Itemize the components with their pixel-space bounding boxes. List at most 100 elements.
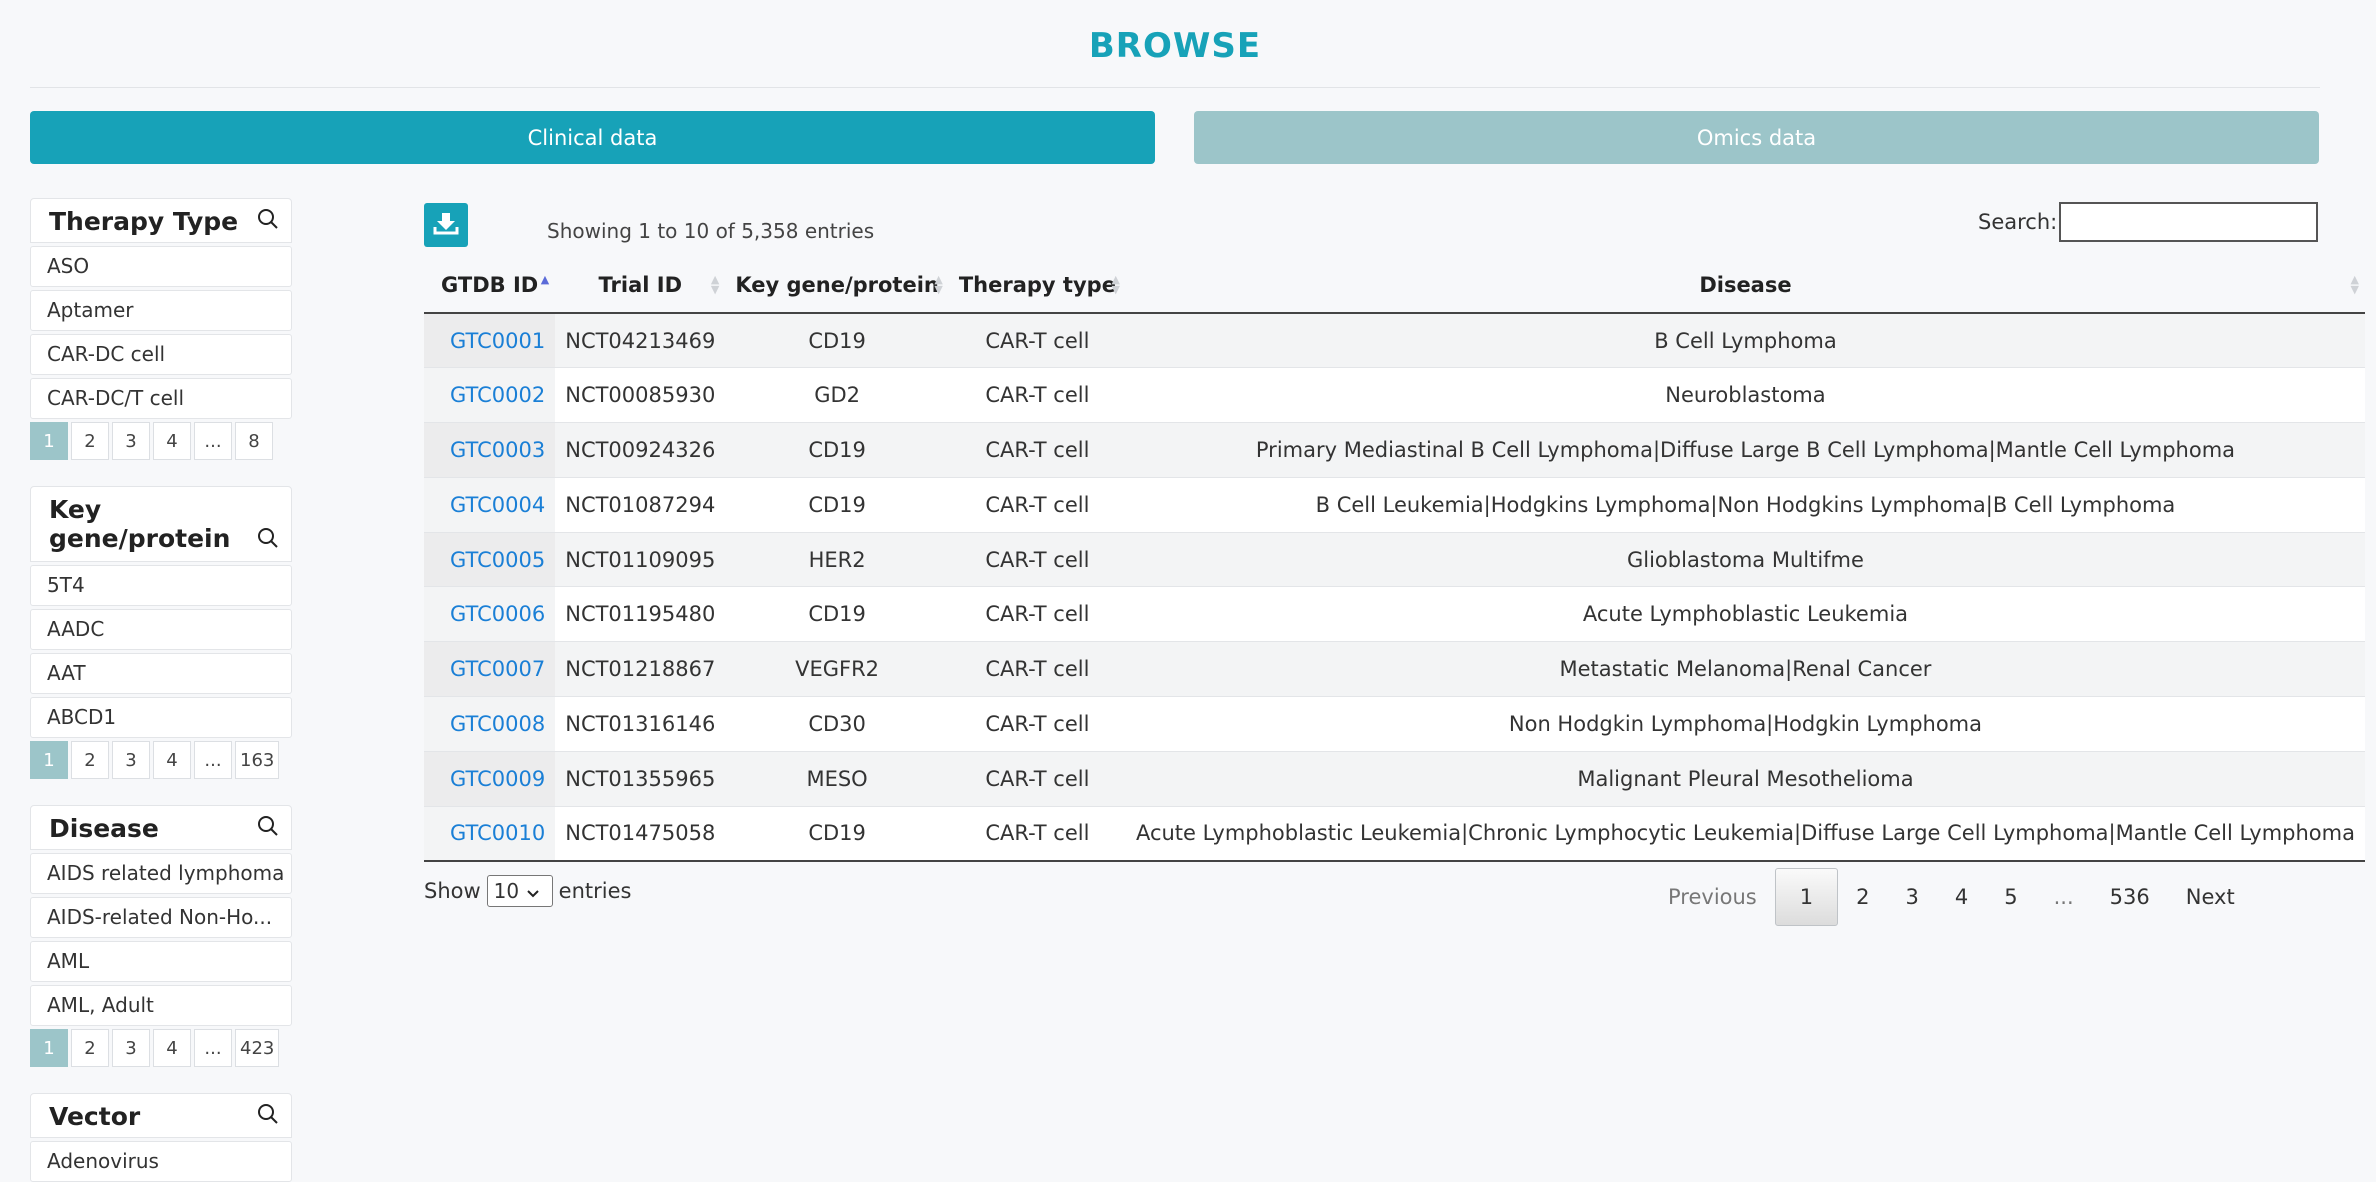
facet-item[interactable]: CAR-DC cell — [30, 334, 292, 375]
therapy-type-cell: CAR-T cell — [948, 367, 1126, 423]
facet-page[interactable]: 3 — [112, 422, 150, 460]
gtdb-id-link[interactable]: GTC0006 — [424, 586, 556, 642]
facet-page[interactable]: 2 — [71, 422, 109, 460]
facet-page[interactable]: 2 — [71, 741, 109, 779]
gtdb-id-link[interactable]: GTC0005 — [424, 531, 556, 587]
disease-cell: Primary Mediastinal B Cell Lymphoma|Diff… — [1125, 422, 2365, 478]
key-gene-cell: CD19 — [725, 312, 949, 368]
column-label: Trial ID — [598, 273, 683, 297]
sort-icon: ▲ ▼ — [934, 273, 943, 296]
search-icon[interactable] — [257, 207, 279, 236]
page-length-select[interactable]: 10 — [486, 875, 553, 907]
column-header-key-gene[interactable]: Key gene/protein ▲ ▼ — [725, 258, 949, 314]
facet-item[interactable]: ASO — [30, 246, 292, 287]
gtdb-id-link[interactable]: GTC0004 — [424, 476, 556, 533]
facet-item[interactable]: 5T4 — [30, 565, 292, 606]
key-gene-cell: MESO — [725, 750, 949, 807]
facet-item[interactable]: ABCD1 — [30, 697, 292, 738]
search-icon[interactable] — [257, 814, 279, 843]
table-row: GTC0008 NCT01316146 CD30 CAR-T cell Non Hodg… — [424, 696, 2365, 752]
gtdb-id-link[interactable]: GTC0003 — [424, 422, 556, 478]
facet-page[interactable]: 1 — [30, 741, 68, 779]
facet-title: Key gene/protein — [49, 495, 231, 553]
column-header-trial-id[interactable]: Trial ID ▲ ▼ — [555, 258, 726, 314]
key-gene-cell: CD19 — [725, 805, 949, 862]
facet-item[interactable]: AML — [30, 941, 292, 982]
gtdb-id-link[interactable]: GTC0009 — [424, 750, 556, 807]
therapy-type-cell: CAR-T cell — [948, 586, 1126, 642]
facet-page[interactable]: 423 — [235, 1029, 280, 1067]
facet-page[interactable]: 2 — [71, 1029, 109, 1067]
next-button[interactable]: Next — [2168, 868, 2253, 926]
disease-cell: B Cell Lymphoma — [1125, 312, 2365, 368]
key-gene-cell: GD2 — [725, 367, 949, 423]
column-header-gtdb-id[interactable]: GTDB ID ▲ — [424, 258, 556, 314]
sort-icon: ▲ ▼ — [1111, 273, 1120, 296]
page-button[interactable]: 1 — [1774, 868, 1839, 926]
key-gene-cell: CD30 — [725, 696, 949, 752]
download-button[interactable] — [424, 203, 468, 247]
table-header-row: GTDB ID ▲ Trial ID ▲ ▼ Key gene/protein ▲… — [424, 258, 2365, 314]
facet-pager: 1 2 3 4 ... 8 — [30, 422, 292, 460]
tab-clinical-data[interactable]: Clinical data — [30, 111, 1155, 164]
therapy-type-cell: CAR-T cell — [948, 531, 1126, 587]
trial-id-cell: NCT01475058 — [555, 805, 726, 862]
trial-id-cell: NCT00924326 — [555, 422, 726, 478]
facet-item[interactable]: AADC — [30, 609, 292, 650]
facet-page[interactable]: 4 — [153, 422, 191, 460]
pagination: Previous 1 2 3 4 5 ... 536 Next — [1650, 868, 2253, 926]
previous-button[interactable]: Previous — [1650, 868, 1775, 926]
facet-item[interactable]: Adenovirus — [30, 1141, 292, 1182]
facet-item[interactable]: AIDS related lymphoma — [30, 853, 292, 894]
page-length-control: Show 10 entries — [424, 875, 631, 907]
search-label: Search: — [1978, 210, 2058, 234]
gtdb-id-link[interactable]: GTC0002 — [424, 367, 556, 423]
facet-page[interactable]: 1 — [30, 1029, 68, 1067]
facet-item[interactable]: AAT — [30, 653, 292, 694]
gtdb-id-link[interactable]: GTC0010 — [424, 805, 556, 862]
facet-item[interactable]: Aptamer — [30, 290, 292, 331]
table-info: Showing 1 to 10 of 5,358 entries — [547, 219, 875, 243]
filter-sidebar: Therapy Type ASO Aptamer CAR-DC cell CAR… — [30, 198, 292, 1182]
facet-page: ... — [194, 1029, 232, 1067]
facet-item[interactable]: AML, Adult — [30, 985, 292, 1026]
column-label: Key gene/protein — [735, 273, 939, 297]
facet-item[interactable]: AIDS-related Non-Ho... — [30, 897, 292, 938]
key-gene-cell: CD19 — [725, 476, 949, 533]
facet-item[interactable]: CAR-DC/T cell — [30, 378, 292, 419]
facet-page[interactable]: 8 — [235, 422, 273, 460]
search-icon[interactable] — [257, 1102, 279, 1131]
page-button[interactable]: 3 — [1888, 868, 1937, 926]
gtdb-id-link[interactable]: GTC0001 — [424, 312, 556, 368]
therapy-type-cell: CAR-T cell — [948, 641, 1126, 697]
facet-heading-key-gene: Key gene/protein — [30, 486, 292, 562]
search-icon[interactable] — [257, 526, 279, 555]
page-button[interactable]: 2 — [1838, 868, 1887, 926]
gtdb-id-link[interactable]: GTC0008 — [424, 696, 556, 752]
tab-omics-data[interactable]: Omics data — [1194, 111, 2319, 164]
search-input[interactable] — [2059, 202, 2318, 242]
therapy-type-cell: CAR-T cell — [948, 750, 1126, 807]
facet-page[interactable]: 4 — [153, 741, 191, 779]
facet-heading-vector: Vector — [30, 1093, 292, 1138]
column-header-therapy-type[interactable]: Therapy type ▲ ▼ — [948, 258, 1126, 314]
page-button[interactable]: 4 — [1937, 868, 1986, 926]
facet-page[interactable]: 4 — [153, 1029, 191, 1067]
key-gene-cell: HER2 — [725, 531, 949, 587]
therapy-type-cell: CAR-T cell — [948, 476, 1126, 533]
column-header-disease[interactable]: Disease ▲ ▼ — [1125, 258, 2365, 314]
disease-cell: Acute Lymphoblastic Leukemia|Chronic Lym… — [1125, 805, 2365, 862]
trial-id-cell: NCT01195480 — [555, 586, 726, 642]
facet-pager: 1 2 3 4 ... 163 — [30, 741, 292, 779]
facet-page[interactable]: 3 — [112, 741, 150, 779]
facet-page[interactable]: 1 — [30, 422, 68, 460]
facet-page[interactable]: 163 — [235, 741, 280, 779]
facet-page[interactable]: 3 — [112, 1029, 150, 1067]
page-button[interactable]: 5 — [1986, 868, 2035, 926]
gtdb-id-link[interactable]: GTC0007 — [424, 641, 556, 697]
chevron-down-icon — [527, 879, 539, 903]
sort-icon: ▲ ▼ — [710, 273, 720, 296]
facet-pager: 1 2 3 4 ... 423 — [30, 1029, 292, 1067]
trial-id-cell: NCT01316146 — [555, 696, 726, 752]
page-button[interactable]: 536 — [2092, 868, 2168, 926]
